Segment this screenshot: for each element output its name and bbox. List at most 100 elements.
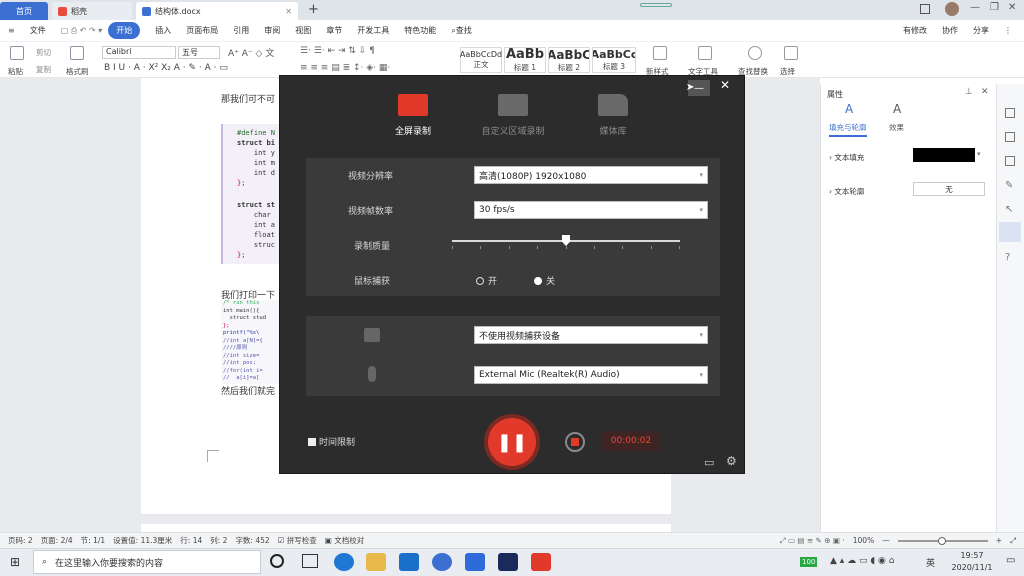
resolution-select[interactable]: 高清(1080P) 1920x1080 ▾ [474,166,708,184]
doc-icon[interactable] [1005,156,1015,166]
menu-page-layout[interactable]: 页面布局 [186,25,218,36]
hamburger-icon[interactable]: ≡ [8,26,15,35]
menu-features[interactable]: 特色功能 [404,25,436,36]
effect-tab-icon[interactable]: A [893,102,901,116]
style-normal[interactable]: AaBbCcDd 正文 [460,47,502,73]
text-format-icons[interactable]: B I U · A · X² X₂ A · ✎ · A · ▭ [104,63,228,73]
microphone-select[interactable]: External Mic (Realtek(R) Audio) ▾ [474,366,708,384]
close-window-icon[interactable]: ✕ [1008,2,1016,13]
font-family-select[interactable]: Calibri [102,46,176,59]
tab-close-icon[interactable]: ✕ [285,7,292,16]
fill-outline-tab-icon[interactable]: A [845,102,853,116]
style-heading3[interactable]: AaBbCc 标题 3 [592,47,636,73]
cortana-icon[interactable] [270,554,284,568]
quality-slider-thumb[interactable] [562,235,570,246]
tab-home[interactable]: 首页 [0,2,48,20]
restore-window-icon[interactable]: ❐ [990,2,999,13]
menu-insert[interactable]: 插入 [155,25,171,36]
settings-slider-icon[interactable] [999,222,1021,242]
status-proofread[interactable]: ▣ 文档校对 [325,535,364,546]
tab-effect[interactable]: 效果 [889,122,904,133]
mail-icon[interactable] [399,553,419,571]
style-heading1[interactable]: AaBb 标题 1 [504,47,546,73]
find-replace-icon[interactable] [748,46,762,60]
tab-fullscreen-record[interactable]: 全屏录制 [368,94,458,137]
tray-icons[interactable]: ▲ ▴ ☁ ▭ ◖ ◉ ⌂ [830,556,894,566]
minimize-window-icon[interactable]: — [970,2,980,13]
app-l-icon[interactable] [432,553,452,571]
close-panel-icon[interactable]: ✕ [981,87,989,97]
language-indicator[interactable]: 英 [926,556,935,569]
fullscreen-icon[interactable]: ⤢ [1010,536,1016,546]
text-fill-color[interactable] [913,148,975,162]
menu-view[interactable]: 视图 [295,25,311,36]
tab-document[interactable]: 结构体.docx ✕ [136,2,298,20]
menu-search[interactable]: ⌕查找 [451,25,471,36]
menu-review[interactable]: 审阅 [264,25,280,36]
app-dark-icon[interactable] [498,553,518,571]
select-icon[interactable] [784,46,798,60]
new-style-icon[interactable] [653,46,667,60]
gear-icon[interactable]: ⚙ [726,454,737,468]
new-tab-button[interactable]: + [308,2,319,17]
pen-icon[interactable]: ✎ [1005,180,1013,191]
taskbar-search-input[interactable]: ⌕ 在这里输入你要搜索的内容 [33,550,261,574]
time-limit-checkbox[interactable]: 时间限制 [308,435,355,448]
framerate-select[interactable]: 30 fps/s ▾ [474,201,708,219]
cursor-capture-on-radio[interactable]: 开 [476,274,497,287]
avatar[interactable] [945,2,959,16]
tab-fill-outline[interactable]: 填充与轮廓 [829,122,867,137]
zoom-in-icon[interactable]: + [996,536,1002,545]
menu-developer[interactable]: 开发工具 [357,25,389,36]
cursor-capture-off-radio[interactable]: 关 [534,274,555,287]
menu-changes[interactable]: 有修改 [903,25,927,36]
text-outline-select[interactable]: 无 [913,182,985,196]
menu-share[interactable]: 分享 [973,25,989,36]
cursor-icon[interactable]: ↖ [1005,204,1013,215]
text-tools-icon[interactable] [698,46,712,60]
cut-button[interactable]: 剪切 [36,47,51,58]
edge-icon[interactable] [334,553,354,571]
pin-icon[interactable]: ⊥ [965,87,973,97]
pause-button[interactable]: ❚❚ [488,418,536,466]
quality-slider[interactable] [452,235,680,246]
paste-icon[interactable] [10,46,24,60]
zoom-slider[interactable] [897,536,988,545]
file-explorer-icon[interactable] [366,553,386,571]
menu-file[interactable]: 文件 [30,25,46,36]
book-icon[interactable] [920,4,930,14]
tab-media-library[interactable]: 媒体库 [568,94,658,137]
copy-button[interactable]: 复制 [36,64,51,75]
menu-reference[interactable]: 引用 [233,25,249,36]
chevron-down-icon[interactable]: ▾ [977,150,981,158]
format-painter-icon[interactable] [70,46,84,60]
style-heading2[interactable]: AaBbC 标题 2 [548,47,590,73]
zoom-out-icon[interactable]: — [882,536,890,545]
menu-start[interactable]: 开始 [108,22,141,39]
windows-start-icon[interactable]: ⊞ [10,555,20,569]
clock-date[interactable]: 2020/11/1 [942,563,1002,572]
tab-custom-region-record[interactable]: 自定义区域录制 [468,94,558,137]
list-icons[interactable]: ☰· ☰· ⇤ ⇥ ⇅ ⇩ ¶ [300,46,375,56]
camera-select[interactable]: 不使用视频捕获设备 ▾ [474,326,708,344]
menu-chapter[interactable]: 章节 [326,25,342,36]
font-size-select[interactable]: 五号 [178,46,220,59]
zoom-level[interactable]: 100% [853,536,874,545]
notification-icon[interactable]: ▭ [1006,555,1015,566]
clock-time[interactable]: 19:57 [950,551,994,560]
align-icons[interactable]: ≡ ≡ ≡ ▤ ≣ ↕· ◈· ▦· [300,63,390,73]
view-mode-icons[interactable]: ⤢ ▭ ▤ ≡ ✎ ⊕ ▣ · [780,536,845,546]
note-icon[interactable] [1005,132,1015,142]
task-view-icon[interactable] [302,554,318,568]
battery-indicator[interactable]: 100 [800,557,818,567]
stop-button[interactable] [565,432,585,452]
screen-recorder-icon[interactable] [531,553,551,571]
next-document-page[interactable] [141,524,671,532]
quick-access-icons[interactable]: ▢ ⎙ ↶ ↷ ▾ [61,26,103,36]
tab-daoke[interactable]: 稻壳 [52,2,132,20]
recorder-close-button[interactable]: ✕ [720,78,730,92]
zoom-slider-thumb[interactable] [937,536,946,545]
menu-collab[interactable]: 协作 [942,25,958,36]
more-icon[interactable]: ⋮ [1004,26,1012,35]
wps-writer-icon[interactable] [465,553,485,571]
